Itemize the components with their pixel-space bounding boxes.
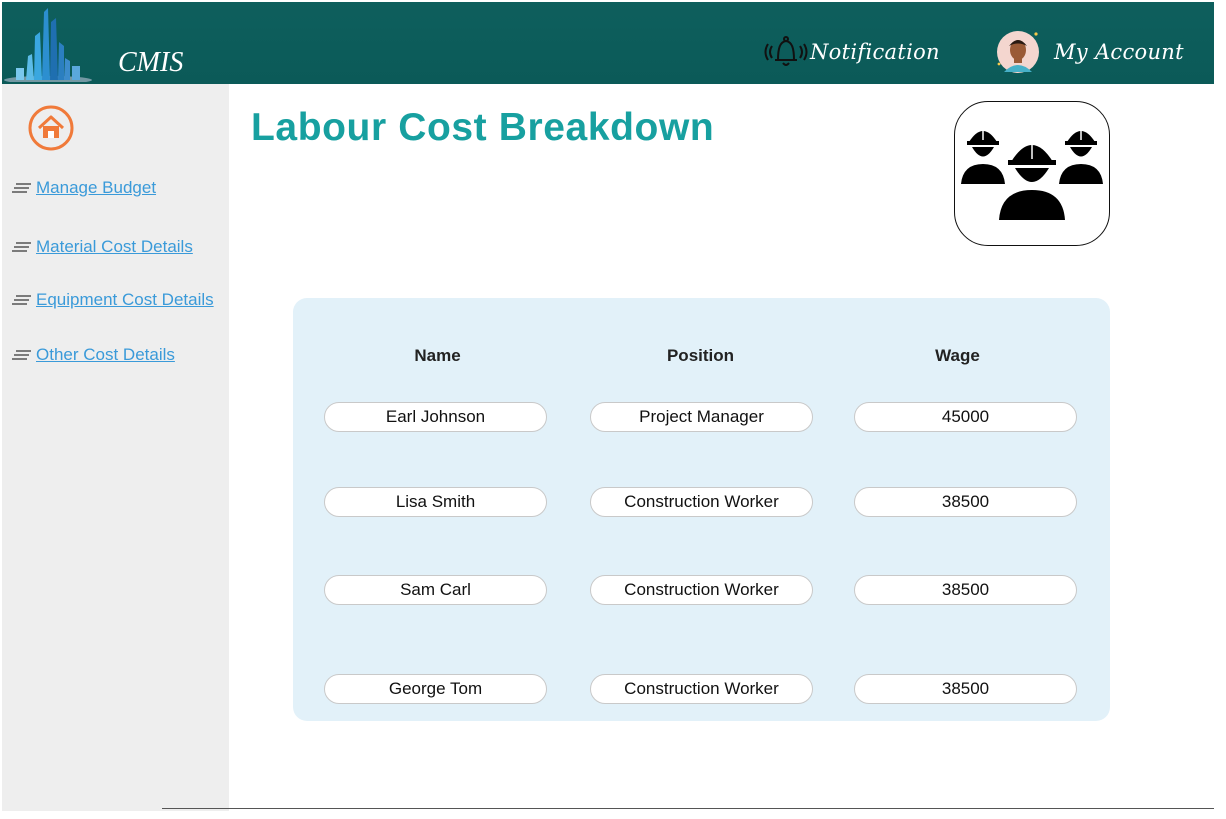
name-field[interactable]: George Tom <box>324 674 547 704</box>
name-field[interactable]: Lisa Smith <box>324 487 547 517</box>
name-field[interactable]: Sam Carl <box>324 575 547 605</box>
sidebar-item-equipment-cost[interactable]: Equipment Cost Details <box>12 290 214 310</box>
menu-lines-icon <box>12 242 31 252</box>
divider <box>162 808 1214 809</box>
page-title: Labour Cost Breakdown <box>251 106 715 149</box>
bell-icon <box>764 36 808 66</box>
position-field[interactable]: Construction Worker <box>590 487 813 517</box>
construction-workers-icon <box>961 124 1103 220</box>
user-avatar-icon <box>997 31 1039 73</box>
menu-lines-icon <box>12 350 31 360</box>
position-field[interactable]: Construction Worker <box>590 674 813 704</box>
notification-button[interactable]: Notification <box>762 34 940 70</box>
column-header-name: Name <box>414 346 461 365</box>
wage-field[interactable]: 38500 <box>854 487 1077 517</box>
name-field[interactable]: Earl Johnson <box>324 402 547 432</box>
notification-label: Notification <box>810 40 940 64</box>
brand-name: CMIS <box>118 47 184 78</box>
wage-field[interactable]: 38500 <box>854 674 1077 704</box>
menu-lines-icon <box>12 295 31 305</box>
sidebar-item-material-cost[interactable]: Material Cost Details <box>12 237 193 257</box>
app-window: CMIS Notification My Account Manage Budg… <box>2 2 1214 811</box>
sidebar-item-manage-budget[interactable]: Manage Budget <box>12 178 156 198</box>
sidebar-item-label[interactable]: Other Cost Details <box>36 345 175 365</box>
menu-lines-icon <box>12 183 31 193</box>
my-account-label: My Account <box>1054 40 1184 64</box>
sidebar-item-label[interactable]: Manage Budget <box>36 178 156 198</box>
sidebar-item-label[interactable]: Equipment Cost Details <box>36 290 214 310</box>
city-logo-icon <box>4 8 92 82</box>
position-field[interactable]: Project Manager <box>590 402 813 432</box>
my-account-button[interactable]: My Account <box>996 28 1184 76</box>
home-icon[interactable] <box>28 105 74 151</box>
workers-image <box>954 101 1110 246</box>
top-bar: CMIS Notification My Account <box>2 2 1214 84</box>
labour-cost-table: Name Position Wage Earl Johnson Project … <box>293 298 1110 721</box>
column-header-position: Position <box>666 346 735 365</box>
wage-field[interactable]: 45000 <box>854 402 1077 432</box>
column-header-wage: Wage <box>935 346 980 365</box>
sidebar-item-other-cost[interactable]: Other Cost Details <box>12 345 175 365</box>
wage-field[interactable]: 38500 <box>854 575 1077 605</box>
sidebar-item-label[interactable]: Material Cost Details <box>36 237 193 257</box>
position-field[interactable]: Construction Worker <box>590 575 813 605</box>
sidebar: Manage Budget Material Cost Details Equi… <box>2 84 229 811</box>
